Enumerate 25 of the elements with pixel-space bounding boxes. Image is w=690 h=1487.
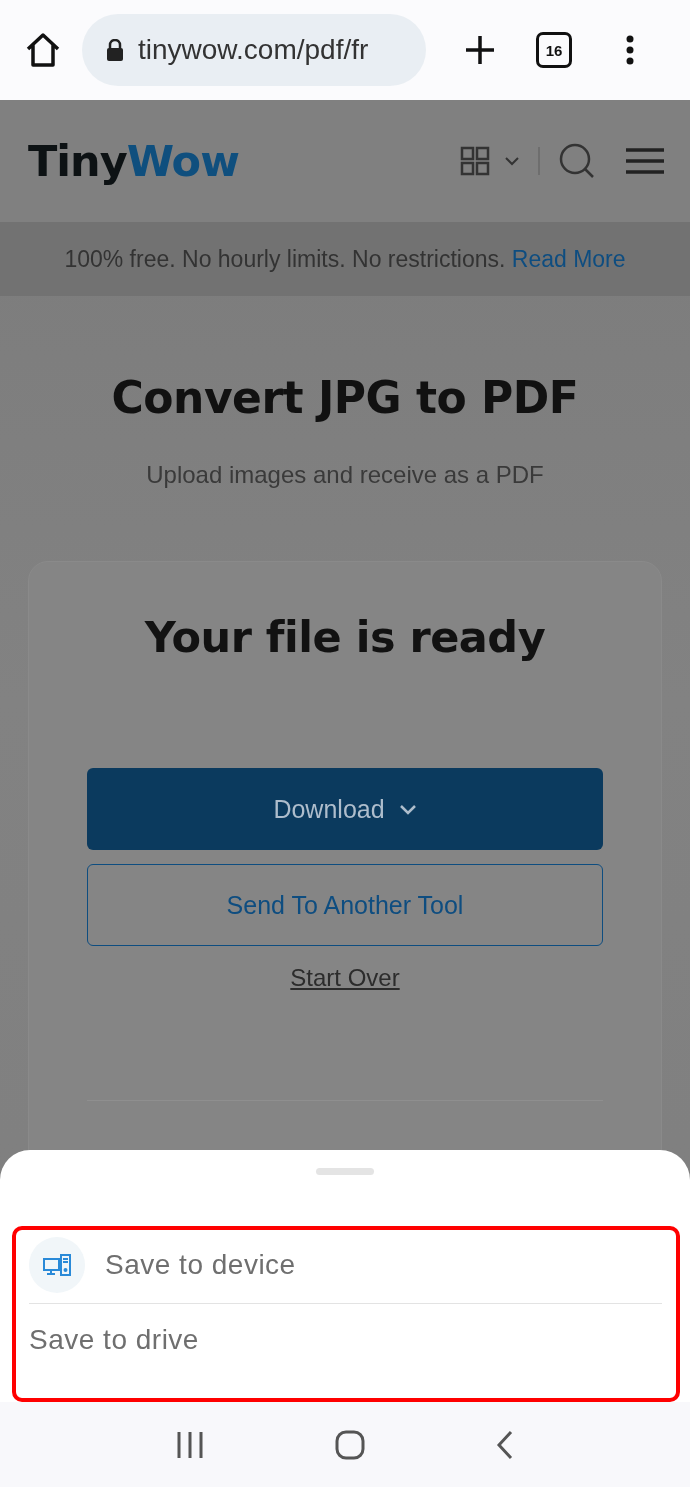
download-button[interactable]: Download xyxy=(87,768,603,850)
back-icon[interactable] xyxy=(496,1429,515,1460)
search-icon[interactable] xyxy=(558,142,596,180)
page-title: Convert JPG to PDF xyxy=(110,372,580,423)
menu-icon[interactable] xyxy=(626,35,634,65)
chevron-down-icon xyxy=(398,803,417,815)
page-subtitle: Upload images and receive as a PDF xyxy=(145,461,545,489)
drag-handle[interactable] xyxy=(316,1168,374,1175)
grid-icon[interactable] xyxy=(460,146,490,176)
tab-count-button[interactable]: 16 xyxy=(536,32,572,68)
promo-text: 100% free. No hourly limits. No restrictions. Read More xyxy=(64,245,626,273)
plus-icon[interactable] xyxy=(464,34,496,66)
url-text: tinywow.com/pdf/fr xyxy=(138,34,369,66)
start-over-link[interactable]: Start Over xyxy=(290,964,400,992)
chevron-down-icon[interactable] xyxy=(504,156,520,166)
computer-icon xyxy=(29,1237,85,1293)
lock-icon xyxy=(106,39,124,61)
site-logo[interactable]: TinyWow xyxy=(28,136,239,186)
save-option[interactable]: Save to device xyxy=(105,1249,296,1281)
address-bar[interactable]: tinywow.com/pdf/fr xyxy=(82,14,426,86)
card-heading: Your file is ready xyxy=(143,612,547,662)
recent-apps-icon[interactable] xyxy=(175,1430,204,1459)
home-button-icon[interactable] xyxy=(335,1429,365,1460)
home-icon[interactable] xyxy=(24,31,62,69)
save-option[interactable]: Save to drive xyxy=(29,1324,199,1356)
